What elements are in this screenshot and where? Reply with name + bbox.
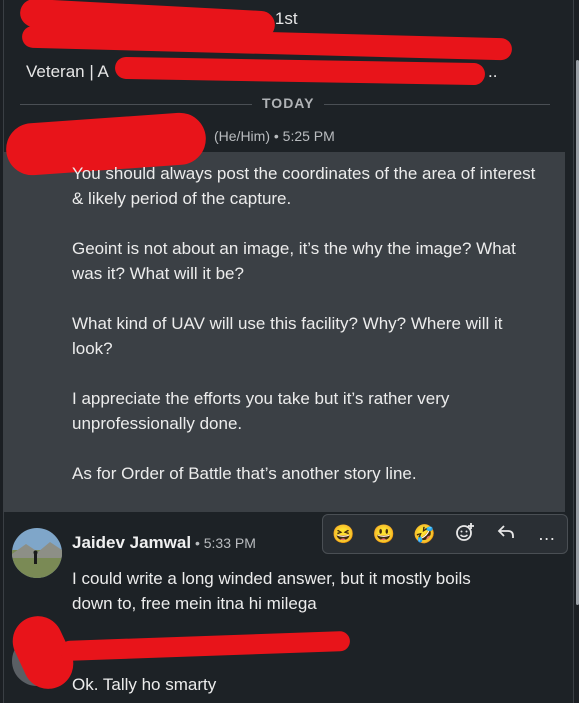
message-paragraph: As for Order of Battle that’s another st… — [72, 464, 417, 483]
laughing-emoji-icon[interactable]: 😆 — [330, 524, 356, 545]
message-paragraph: You should always post the coordinates o… — [72, 164, 536, 208]
message-paragraph: I appreciate the efforts you take but it… — [72, 389, 450, 433]
more-options-icon[interactable]: … — [534, 524, 560, 545]
reply-icon[interactable] — [493, 522, 519, 547]
add-reaction-icon[interactable] — [452, 522, 478, 547]
message-meta: (He/Him) • 5:25 PM — [214, 128, 335, 144]
message-paragraph: Geoint is not about an image, it’s the w… — [72, 239, 516, 283]
message-paragraph: What kind of UAV will use this facility?… — [72, 314, 503, 358]
rofl-emoji-icon[interactable]: 🤣 — [412, 524, 438, 545]
avatar[interactable] — [12, 528, 62, 578]
reaction-toolbar: 😆 😃 🤣 … — [322, 514, 568, 554]
header-headline-end: .. — [488, 62, 498, 81]
sender-name[interactable]: Jaidev Jamwal — [72, 533, 191, 552]
message-text: I could write a long winded answer, but … — [72, 569, 471, 613]
grinning-emoji-icon[interactable]: 😃 — [371, 524, 397, 545]
message-header: Jaidev Jamwal • 5:33 PM — [72, 533, 256, 553]
message-time: • 5:33 PM — [191, 535, 256, 551]
date-divider-label: TODAY — [252, 95, 325, 111]
header-headline-start: Veteran | A — [26, 62, 109, 81]
message-text: Ok. Tally ho smarty — [72, 675, 217, 694]
